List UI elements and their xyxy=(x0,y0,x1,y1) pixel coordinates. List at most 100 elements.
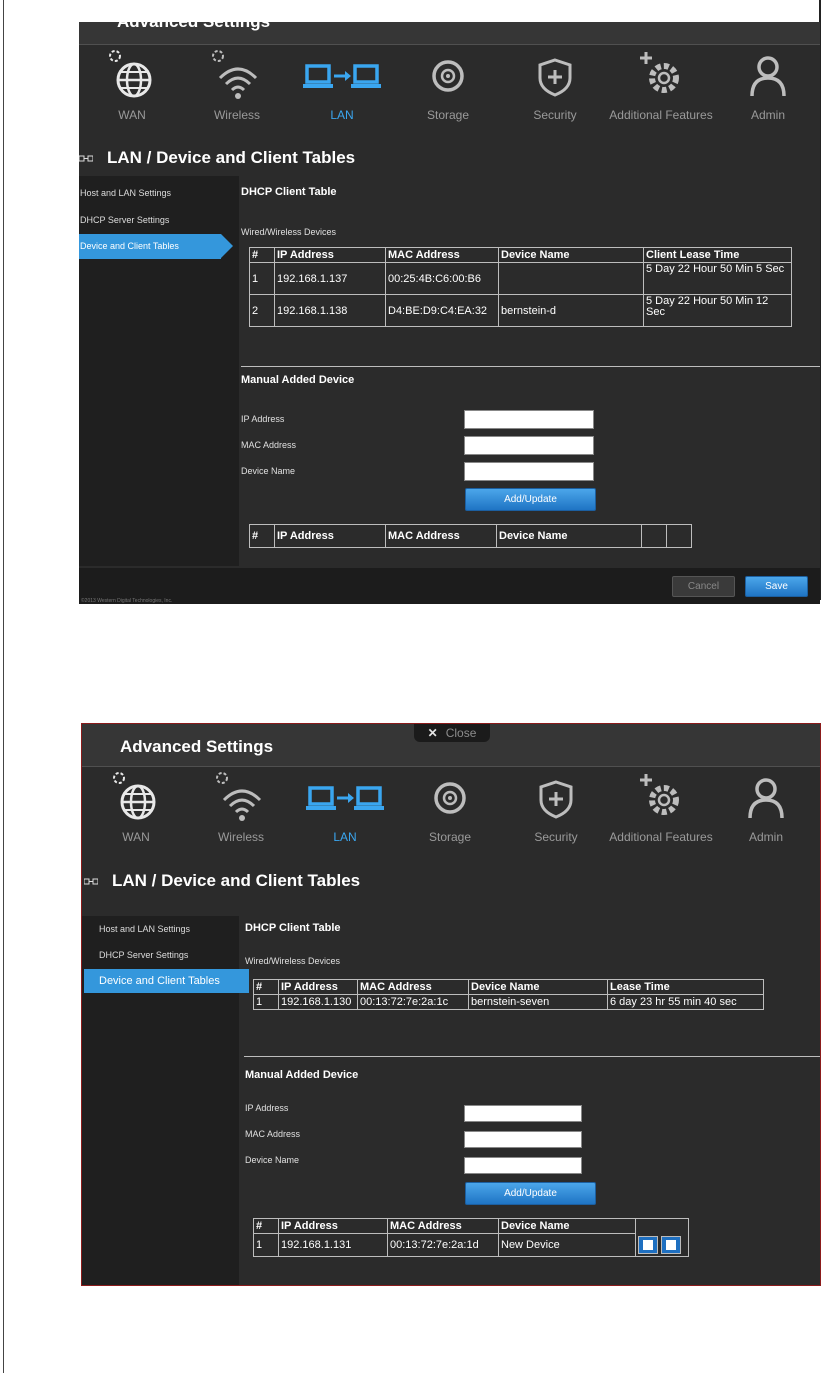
shield-plus-icon xyxy=(539,780,573,819)
manual-device-table: # IP Address MAC Address Device Name xyxy=(249,524,692,548)
col-number: # xyxy=(249,247,275,263)
nav-label: Additional Features xyxy=(609,830,713,844)
sidebar-item-device-client-tables[interactable]: Device and Client Tables xyxy=(84,969,249,993)
advanced-settings-panel-1: Advanced Settings WAN Wireless xyxy=(79,22,820,604)
add-update-button[interactable]: Add/Update xyxy=(465,488,596,511)
nav-label: Additional Features xyxy=(609,108,713,122)
row-actions xyxy=(635,1233,689,1257)
category-nav: WAN Wireless LAN Storage Security Additi… xyxy=(79,46,820,136)
panel-header: Advanced Settings ✕ Close xyxy=(82,724,820,767)
wifi-gear-icon xyxy=(212,50,258,99)
nav-label: WAN xyxy=(118,108,146,122)
ip-address-label: IP Address xyxy=(245,1103,289,1113)
col-ip: IP Address xyxy=(274,247,386,263)
nav-admin[interactable]: Admin xyxy=(713,46,820,136)
lan-breadcrumb-icon xyxy=(79,155,93,162)
mac-address-label: MAC Address xyxy=(241,440,297,450)
nav-label: Security xyxy=(533,108,577,122)
col-lease-time: Client Lease Time xyxy=(643,247,792,263)
nav-wan[interactable]: WAN xyxy=(79,46,187,136)
manual-device-title: Manual Added Device xyxy=(245,1069,359,1081)
manual-device-title: Manual Added Device xyxy=(241,374,355,386)
ip-address-input[interactable] xyxy=(464,410,594,429)
mac-address-input[interactable] xyxy=(464,1131,582,1148)
table-row: 1 192.168.1.131 00:13:72:7e:2a:1d New De… xyxy=(253,1233,689,1257)
dhcp-client-table: # IP Address MAC Address Device Name Cli… xyxy=(249,247,792,327)
mac-address-label: MAC Address xyxy=(245,1129,301,1139)
nav-storage[interactable]: Storage xyxy=(393,46,503,136)
col-device-name: Device Name xyxy=(498,247,644,263)
section-title: LAN / Device and Client Tables xyxy=(84,871,360,891)
category-nav: WAN Wireless LAN Storage Security Additi… xyxy=(82,768,820,858)
dhcp-table-title: DHCP Client Table xyxy=(241,186,337,198)
col-ip: IP Address xyxy=(278,979,358,995)
person-icon xyxy=(748,778,784,819)
nav-additional-features[interactable]: Additional Features xyxy=(606,46,716,136)
nav-security[interactable]: Security xyxy=(500,46,610,136)
section-title-text: LAN / Device and Client Tables xyxy=(107,148,356,167)
nav-admin[interactable]: Admin xyxy=(711,768,820,858)
col-number: # xyxy=(253,979,279,995)
device-name-input[interactable] xyxy=(464,1157,582,1174)
nav-lan[interactable]: LAN xyxy=(290,768,400,858)
gear-plus-icon xyxy=(640,52,679,93)
save-button[interactable]: Save xyxy=(745,576,808,597)
disc-icon xyxy=(432,60,464,92)
table-row: 1 192.168.1.137 00:25:4B:C6:00:B6 5 Day … xyxy=(249,262,792,295)
sidebar-item-host-lan[interactable]: Host and LAN Settings xyxy=(79,188,220,198)
nav-lan[interactable]: LAN xyxy=(287,46,397,136)
cancel-button[interactable]: Cancel xyxy=(672,576,735,597)
advanced-settings-panel-2: Advanced Settings ✕ Close WAN Wireless L… xyxy=(81,723,821,1286)
table-header-row: # IP Address MAC Address Device Name Lea… xyxy=(253,979,764,995)
device-name-label: Device Name xyxy=(241,466,296,476)
lan-breadcrumb-icon xyxy=(84,878,98,885)
divider xyxy=(241,366,820,367)
nav-label: WAN xyxy=(122,830,150,844)
col-lease-time: Lease Time xyxy=(607,979,764,995)
ip-address-input[interactable] xyxy=(464,1105,582,1122)
sidebar-item-dhcp-server[interactable]: DHCP Server Settings xyxy=(99,950,188,960)
col-mac: MAC Address xyxy=(385,247,499,263)
close-tab[interactable]: ✕ Close xyxy=(414,724,490,742)
edit-icon[interactable] xyxy=(638,1235,658,1254)
nav-wireless[interactable]: Wireless xyxy=(186,768,296,858)
wired-wireless-label: Wired/Wireless Devices xyxy=(241,227,337,237)
globe-gear-icon xyxy=(113,772,156,820)
table-header-row: # IP Address MAC Address Device Name Cli… xyxy=(249,247,792,263)
add-update-button[interactable]: Add/Update xyxy=(465,1182,596,1205)
page-left-rule xyxy=(3,0,4,1373)
nav-label: Wireless xyxy=(217,830,264,844)
nav-security[interactable]: Security xyxy=(501,768,611,858)
panel-footer: Cancel Save ©2013 Western Digital Techno… xyxy=(79,568,820,604)
nav-additional-features[interactable]: Additional Features xyxy=(606,768,716,858)
nav-label: LAN xyxy=(333,830,357,844)
nav-label: Storage xyxy=(428,830,472,844)
sidebar-item-device-client-tables[interactable]: Device and Client Tables xyxy=(79,234,221,259)
active-item-arrow xyxy=(221,234,233,258)
nav-label: Admin xyxy=(748,830,783,844)
nav-wan[interactable]: WAN xyxy=(82,768,191,858)
table-row: 2 192.168.1.138 D4:BE:D9:C4:EA:32 bernst… xyxy=(249,294,792,327)
col-device-name: Device Name xyxy=(468,979,608,995)
col-mac: MAC Address xyxy=(357,979,469,995)
section-title: LAN / Device and Client Tables xyxy=(79,148,355,168)
nav-label: Security xyxy=(534,830,578,844)
nav-label: Storage xyxy=(426,108,470,122)
active-item-arrow xyxy=(234,969,246,993)
sidebar-item-dhcp-server[interactable]: DHCP Server Settings xyxy=(79,215,220,225)
sidebar-item-host-lan[interactable]: Host and LAN Settings xyxy=(99,924,190,934)
nav-wireless[interactable]: Wireless xyxy=(182,46,292,136)
nav-label: Wireless xyxy=(213,108,260,122)
delete-icon[interactable] xyxy=(661,1235,681,1254)
dhcp-client-table: # IP Address MAC Address Device Name Lea… xyxy=(253,979,764,1010)
nav-label: Admin xyxy=(750,108,785,122)
nav-storage[interactable]: Storage xyxy=(395,768,505,858)
panel-header: Advanced Settings xyxy=(79,22,820,45)
section-title-text: LAN / Device and Client Tables xyxy=(112,871,361,890)
close-icon: ✕ xyxy=(427,726,438,740)
person-icon xyxy=(750,56,786,97)
close-label: Close xyxy=(445,726,477,740)
lan-computers-icon xyxy=(306,786,384,810)
mac-address-input[interactable] xyxy=(464,436,594,455)
device-name-input[interactable] xyxy=(464,462,594,481)
